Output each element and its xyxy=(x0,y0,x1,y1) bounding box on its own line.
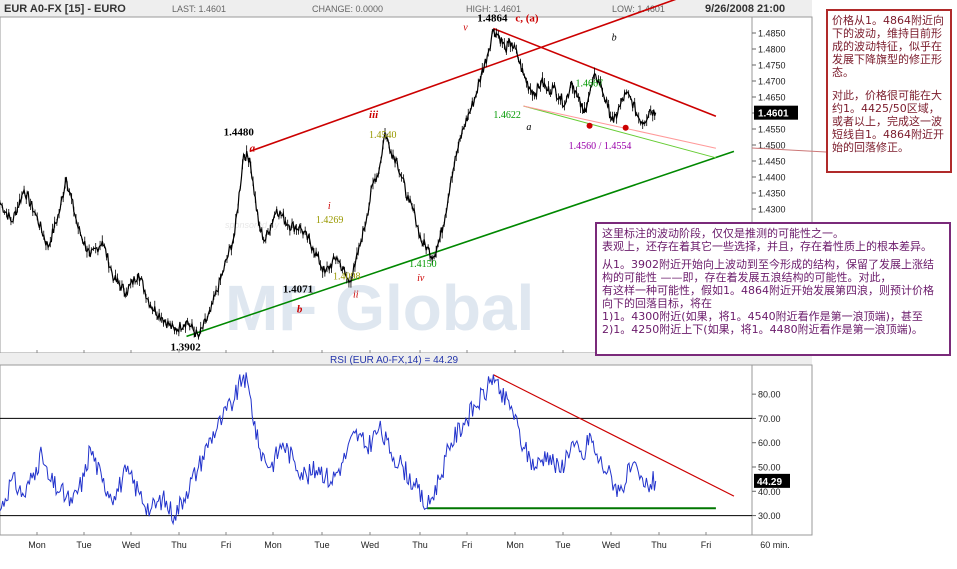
wave-label: b xyxy=(297,303,303,315)
wave-label: ii xyxy=(353,290,359,301)
note-right-p2: 对此，价格很可能在大约1。4425/50区域，或者以上，完成这一波短线自1。48… xyxy=(832,89,944,154)
note-mid-p5: 1)1。4300附近(如果，将1。4540附近看作是第一浪顶端)，甚至 xyxy=(602,310,923,323)
wave-label: 1.4098 xyxy=(333,272,361,283)
note-mid-p6: 2)1。4250附近上下(如果，将1。4480附近看作是第一浪顶端)。 xyxy=(602,323,923,336)
wave-label: c, (a) xyxy=(515,13,539,25)
header-datetime: 9/26/2008 21:00 xyxy=(705,3,785,15)
rsi-tick-label: 60.00 xyxy=(758,438,781,448)
price-tick-label: 1.4300 xyxy=(758,205,786,215)
wave-label: 1.4150 xyxy=(409,259,437,270)
x-tick-label: Thu xyxy=(412,540,428,550)
wave-label: 1.4864 xyxy=(477,13,508,25)
wave-label: b xyxy=(612,33,617,44)
note-mid-p3: 从1。3902附近开始向上波动到至今形成的结构，保留了发展上涨结构的可能性 ——… xyxy=(602,258,934,284)
rsi-tick-label: 80.00 xyxy=(758,390,781,400)
x-tick-label: Wed xyxy=(122,540,140,550)
wave-label: 1.4622 xyxy=(493,110,520,121)
wave-label: i xyxy=(328,201,331,212)
rsi-title: RSI (EUR A0-FX,14) = 44.29 xyxy=(330,355,459,366)
x-tick-label: Fri xyxy=(221,540,232,550)
header-change: CHANGE: 0.0000 xyxy=(312,4,383,14)
price-marker xyxy=(586,122,593,129)
x-tick-label: Fri xyxy=(701,540,712,550)
wave-label: 1.4071 xyxy=(283,283,313,295)
x-tick-label: Wed xyxy=(361,540,379,550)
wave-label: a xyxy=(526,122,531,133)
rsi-tick-label: 70.00 xyxy=(758,414,781,424)
price-tick-label: 1.4700 xyxy=(758,77,786,87)
note-right-p1: 价格从1。4864附近向下的波动，维持目前形成的波动特征，似乎在发展下降旗型的修… xyxy=(832,14,944,79)
wave-label: 1.4667 xyxy=(576,79,604,90)
x-tick-label: Tue xyxy=(314,540,329,550)
header-last: LAST: 1.4601 xyxy=(172,4,226,14)
price-tick-label: 1.4400 xyxy=(758,173,786,183)
price-tick-label: 1.4800 xyxy=(758,45,786,55)
rsi-last-tag-label: 44.29 xyxy=(757,477,782,488)
price-tick-label: 1.4850 xyxy=(758,29,786,39)
wave-label: 1.4480 xyxy=(224,126,255,138)
wave-label: a xyxy=(250,142,256,154)
x-tick-label: Fri xyxy=(462,540,473,550)
x-tick-label: 60 min. xyxy=(760,540,790,550)
price-tick-label: 1.4750 xyxy=(758,61,786,71)
price-tick-label: 1.4650 xyxy=(758,93,786,103)
x-tick-label: Mon xyxy=(264,540,282,550)
note-mid-p2: 表观上，还存在着其它一些选择，并且，存在着性质上的根本差异。 xyxy=(602,240,932,253)
x-tick-label: Mon xyxy=(506,540,524,550)
price-tick-label: 1.4550 xyxy=(758,125,786,135)
wave-label: iii xyxy=(369,109,379,121)
note-mid-p1: 这里标注的波动阶段，仅仅是推测的可能性之一。 xyxy=(602,227,844,240)
x-tick-label: Tue xyxy=(76,540,91,550)
price-marker xyxy=(622,124,629,131)
wave-label: 1.4269 xyxy=(316,215,344,226)
note-mid-p4: 有这样一种可能性，假如1。4864附近开始发展第四浪，则预计价格向下的回落目标，… xyxy=(602,284,934,310)
wave-label: 1.4540 xyxy=(369,130,397,141)
price-tick-label: 1.4450 xyxy=(758,157,786,167)
x-tick-label: Wed xyxy=(602,540,620,550)
note-middle: 这里标注的波动阶段，仅仅是推测的可能性之一。 表观上，还存在着其它一些选择，并且… xyxy=(595,222,951,356)
wave-label: 1.4560 / 1.4554 xyxy=(569,141,632,152)
x-tick-label: Thu xyxy=(171,540,187,550)
x-tick-label: Tue xyxy=(555,540,570,550)
wave-label: iv xyxy=(417,273,425,284)
x-tick-label: Thu xyxy=(651,540,667,550)
rsi-tick-label: 50.00 xyxy=(758,463,781,473)
wave-label: v xyxy=(463,23,468,34)
rsi-tick-label: 30.00 xyxy=(758,511,781,521)
x-tick-label: Mon xyxy=(28,540,46,550)
wave-label: 1.3902 xyxy=(170,341,201,353)
price-tick-label: 1.4350 xyxy=(758,189,786,199)
price-last-tag-label: 1.4601 xyxy=(758,109,789,120)
header-symbol: EUR A0-FX [15] - EURO xyxy=(4,3,126,15)
rsi-panel xyxy=(0,364,753,536)
rsi-tick-label: 40.00 xyxy=(758,487,781,497)
note-right: 价格从1。4864附近向下的波动，维持目前形成的波动特征，似乎在发展下降旗型的修… xyxy=(826,9,952,173)
